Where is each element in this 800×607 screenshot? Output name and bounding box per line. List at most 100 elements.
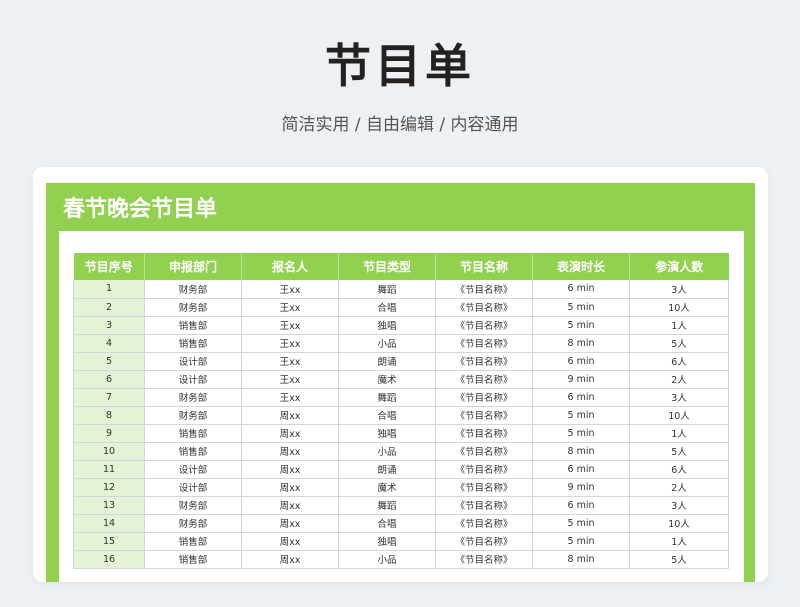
table-cell[interactable]: 《节目名称》 xyxy=(435,514,533,533)
table-cell[interactable]: 设计部 xyxy=(144,370,242,389)
table-row[interactable]: 12 设计部 周xx 魔术 《节目名称》 9 min 2人 xyxy=(73,478,729,497)
table-cell[interactable]: 周xx xyxy=(241,478,339,497)
table-cell[interactable]: 9 min xyxy=(532,370,630,389)
table-cell[interactable]: 6 min xyxy=(532,496,630,515)
column-header[interactable]: 节目序号 xyxy=(73,253,145,280)
table-cell[interactable]: 设计部 xyxy=(144,460,242,479)
table-row[interactable]: 1 财务部 王xx 舞蹈 《节目名称》 6 min 3人 xyxy=(73,280,729,299)
table-cell[interactable]: 设计部 xyxy=(144,352,242,371)
table-cell[interactable]: 5人 xyxy=(629,334,729,353)
table-cell[interactable]: 6人 xyxy=(629,352,729,371)
table-cell[interactable]: 销售部 xyxy=(144,442,242,461)
table-cell[interactable]: 王xx xyxy=(241,388,339,407)
table-cell[interactable]: 《节目名称》 xyxy=(435,424,533,443)
table-cell[interactable]: 舞蹈 xyxy=(338,388,436,407)
table-cell[interactable]: 10人 xyxy=(629,514,729,533)
table-cell[interactable]: 《节目名称》 xyxy=(435,406,533,425)
table-cell[interactable]: 3 xyxy=(73,316,145,335)
table-cell[interactable]: 舞蹈 xyxy=(338,496,436,515)
table-cell[interactable]: 10 xyxy=(73,442,145,461)
table-cell[interactable]: 财务部 xyxy=(144,514,242,533)
table-row[interactable]: 4 销售部 王xx 小品 《节目名称》 8 min 5人 xyxy=(73,334,729,353)
table-cell[interactable]: 《节目名称》 xyxy=(435,550,533,569)
table-cell[interactable]: 王xx xyxy=(241,298,339,317)
table-cell[interactable]: 销售部 xyxy=(144,424,242,443)
column-header[interactable]: 申报部门 xyxy=(144,253,242,280)
table-cell[interactable]: 5 min xyxy=(532,406,630,425)
table-cell[interactable]: 《节目名称》 xyxy=(435,280,533,299)
table-cell[interactable]: 9 xyxy=(73,424,145,443)
table-cell[interactable]: 销售部 xyxy=(144,334,242,353)
table-row[interactable]: 15 销售部 周xx 独唱 《节目名称》 5 min 1人 xyxy=(73,532,729,551)
table-cell[interactable]: 8 min xyxy=(532,334,630,353)
table-cell[interactable]: 3人 xyxy=(629,496,729,515)
table-cell[interactable]: 5 min xyxy=(532,532,630,551)
table-cell[interactable]: 《节目名称》 xyxy=(435,370,533,389)
table-cell[interactable]: 魔术 xyxy=(338,478,436,497)
table-cell[interactable]: 周xx xyxy=(241,406,339,425)
table-cell[interactable]: 朗诵 xyxy=(338,352,436,371)
table-cell[interactable]: 财务部 xyxy=(144,388,242,407)
table-cell[interactable]: 周xx xyxy=(241,532,339,551)
table-cell[interactable]: 6 min xyxy=(532,388,630,407)
table-cell[interactable]: 王xx xyxy=(241,352,339,371)
table-cell[interactable]: 《节目名称》 xyxy=(435,478,533,497)
table-cell[interactable]: 《节目名称》 xyxy=(435,442,533,461)
table-cell[interactable]: 10人 xyxy=(629,406,729,425)
table-row[interactable]: 10 销售部 周xx 小品 《节目名称》 8 min 5人 xyxy=(73,442,729,461)
table-cell[interactable]: 5 min xyxy=(532,298,630,317)
table-cell[interactable]: 2人 xyxy=(629,478,729,497)
table-row[interactable]: 14 财务部 周xx 合唱 《节目名称》 5 min 10人 xyxy=(73,514,729,533)
table-cell[interactable]: 15 xyxy=(73,532,145,551)
table-cell[interactable]: 王xx xyxy=(241,316,339,335)
column-header[interactable]: 报名人 xyxy=(241,253,339,280)
table-cell[interactable]: 周xx xyxy=(241,514,339,533)
table-cell[interactable]: 4 xyxy=(73,334,145,353)
table-cell[interactable]: 16 xyxy=(73,550,145,569)
table-row[interactable]: 3 销售部 王xx 独唱 《节目名称》 5 min 1人 xyxy=(73,316,729,335)
table-cell[interactable]: 小品 xyxy=(338,550,436,569)
table-cell[interactable]: 12 xyxy=(73,478,145,497)
table-cell[interactable]: 11 xyxy=(73,460,145,479)
table-cell[interactable]: 1人 xyxy=(629,424,729,443)
table-cell[interactable]: 周xx xyxy=(241,424,339,443)
table-cell[interactable]: 8 xyxy=(73,406,145,425)
column-header[interactable]: 节目名称 xyxy=(435,253,533,280)
table-cell[interactable]: 周xx xyxy=(241,550,339,569)
table-cell[interactable]: 王xx xyxy=(241,280,339,299)
table-cell[interactable]: 1人 xyxy=(629,316,729,335)
table-cell[interactable]: 销售部 xyxy=(144,550,242,569)
table-cell[interactable]: 5 min xyxy=(532,514,630,533)
table-cell[interactable]: 9 min xyxy=(532,478,630,497)
table-cell[interactable]: 小品 xyxy=(338,442,436,461)
table-cell[interactable]: 6 min xyxy=(532,352,630,371)
table-cell[interactable]: 2 xyxy=(73,298,145,317)
table-cell[interactable]: 7 xyxy=(73,388,145,407)
table-cell[interactable]: 《节目名称》 xyxy=(435,298,533,317)
table-cell[interactable]: 小品 xyxy=(338,334,436,353)
table-cell[interactable]: 合唱 xyxy=(338,514,436,533)
table-cell[interactable]: 《节目名称》 xyxy=(435,532,533,551)
table-cell[interactable]: 财务部 xyxy=(144,406,242,425)
table-cell[interactable]: 《节目名称》 xyxy=(435,496,533,515)
table-cell[interactable]: 6 min xyxy=(532,460,630,479)
table-cell[interactable]: 6人 xyxy=(629,460,729,479)
table-cell[interactable]: 王xx xyxy=(241,370,339,389)
table-cell[interactable]: 14 xyxy=(73,514,145,533)
column-header[interactable]: 参演人数 xyxy=(629,253,729,280)
table-cell[interactable]: 3人 xyxy=(629,388,729,407)
table-cell[interactable]: 8 min xyxy=(532,442,630,461)
table-cell[interactable]: 5人 xyxy=(629,550,729,569)
table-cell[interactable]: 舞蹈 xyxy=(338,280,436,299)
table-cell[interactable]: 6 min xyxy=(532,280,630,299)
table-row[interactable]: 16 销售部 周xx 小品 《节目名称》 8 min 5人 xyxy=(73,550,729,569)
table-row[interactable]: 5 设计部 王xx 朗诵 《节目名称》 6 min 6人 xyxy=(73,352,729,371)
table-cell[interactable]: 《节目名称》 xyxy=(435,388,533,407)
table-row[interactable]: 7 财务部 王xx 舞蹈 《节目名称》 6 min 3人 xyxy=(73,388,729,407)
table-cell[interactable]: 2人 xyxy=(629,370,729,389)
table-cell[interactable]: 销售部 xyxy=(144,532,242,551)
table-cell[interactable]: 销售部 xyxy=(144,316,242,335)
table-row[interactable]: 11 设计部 周xx 朗诵 《节目名称》 6 min 6人 xyxy=(73,460,729,479)
table-cell[interactable]: 1 xyxy=(73,280,145,299)
table-cell[interactable]: 8 min xyxy=(532,550,630,569)
